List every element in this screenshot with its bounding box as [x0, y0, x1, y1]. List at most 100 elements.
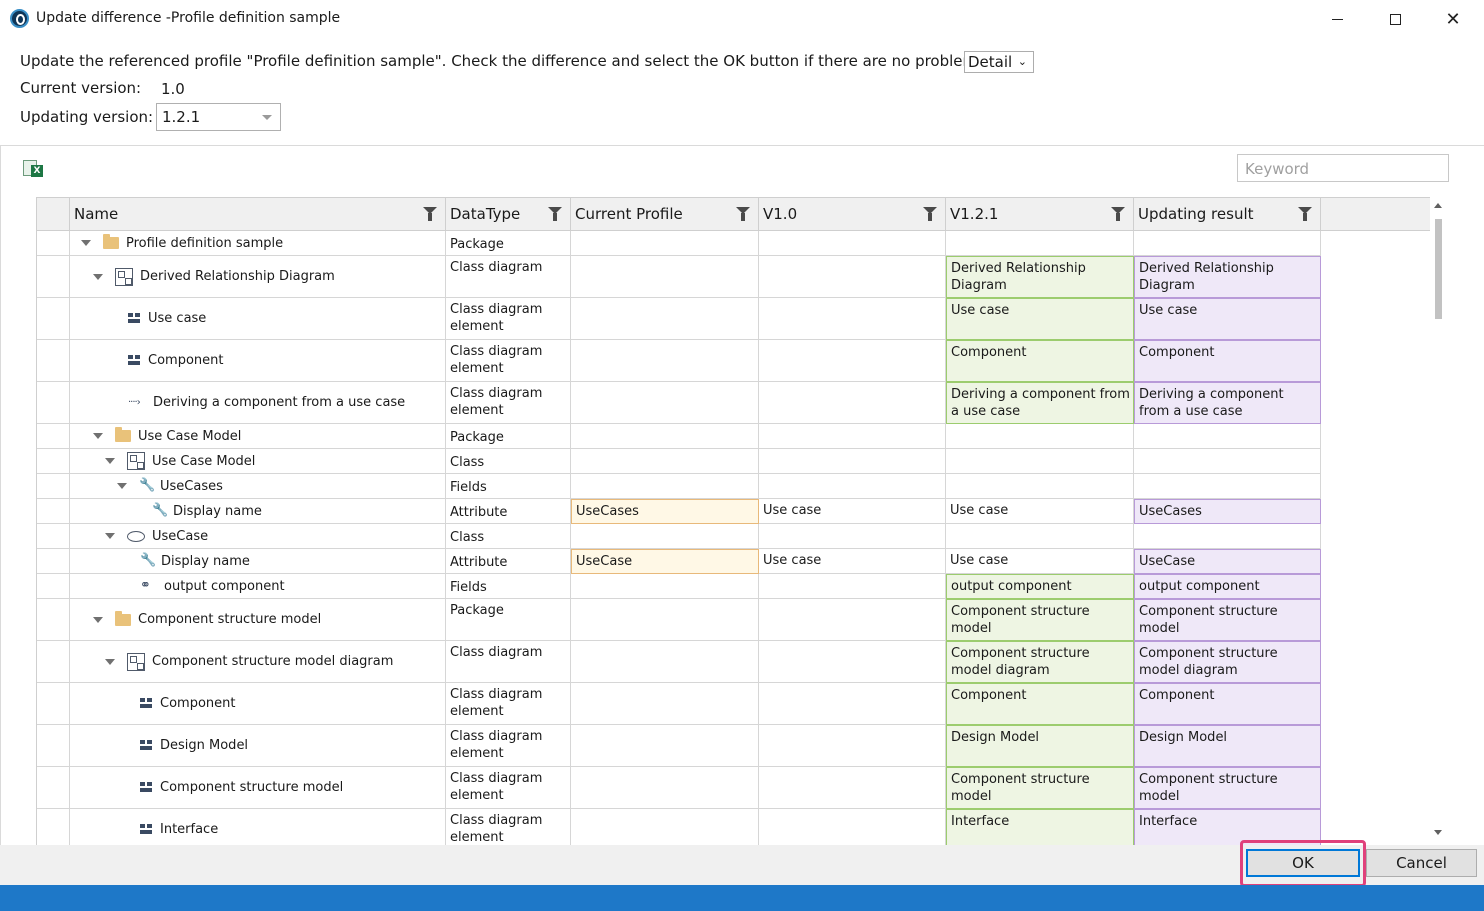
close-icon: ✕: [1445, 8, 1461, 30]
updating-result-cell: UseCase: [1134, 549, 1321, 574]
chevron-down-icon: ⌄: [1017, 55, 1027, 68]
table-row[interactable]: Component Class diagram element Component C…: [37, 683, 1430, 725]
current-profile-cell: [571, 231, 759, 256]
table-row[interactable]: Profile definition sample Package: [37, 231, 1430, 256]
datatype-cell: Package: [446, 424, 571, 449]
table-row[interactable]: Interface Class diagram element Interface I…: [37, 809, 1430, 845]
header-v10[interactable]: V1.0: [759, 198, 946, 230]
minimize-icon: [1331, 18, 1343, 20]
datatype-cell: Fields: [446, 474, 571, 499]
minimize-button[interactable]: [1308, 0, 1366, 38]
table-row[interactable]: ⚭ output component Fields output component o…: [37, 574, 1430, 599]
v10-cell: [759, 683, 946, 725]
filter-icon[interactable]: [1111, 207, 1125, 221]
table-row[interactable]: Use Case Model Class: [37, 449, 1430, 474]
header-name[interactable]: Name: [70, 198, 446, 230]
table-row[interactable]: Use case Class diagram element Use case Use…: [37, 298, 1430, 340]
collapse-arrow-icon[interactable]: [80, 237, 92, 249]
table-row[interactable]: Derived Relationship Diagram Class diagra…: [37, 256, 1430, 298]
v10-cell: [759, 340, 946, 382]
close-button[interactable]: ✕: [1424, 0, 1482, 38]
datatype-cell: Package: [446, 599, 571, 641]
maximize-button[interactable]: [1366, 0, 1424, 38]
ok-button-callout: [1240, 840, 1366, 887]
collapse-arrow-icon[interactable]: [92, 271, 104, 283]
row-filler: [1321, 524, 1430, 549]
table-row[interactable]: 🔧 UseCases Fields: [37, 474, 1430, 499]
grid-header: Name DataType Current Profile V1.0 V1.2.…: [37, 197, 1430, 231]
folder-icon: [103, 234, 119, 249]
row-name-label: Component structure model diagram: [152, 654, 394, 669]
v10-cell: [759, 474, 946, 499]
keyword-search-input[interactable]: Keyword: [1237, 154, 1449, 182]
header-datatype[interactable]: DataType: [446, 198, 571, 230]
filter-icon[interactable]: [548, 207, 562, 221]
row-name-label: Interface: [160, 822, 219, 837]
collapse-arrow-icon[interactable]: [92, 430, 104, 442]
name-cell: ····› Deriving a component from a use cas…: [70, 382, 446, 424]
current-profile-cell: [571, 767, 759, 809]
row-gutter: [37, 641, 70, 683]
table-row[interactable]: Component structure model Package Compone…: [37, 599, 1430, 641]
collapse-arrow-icon[interactable]: [104, 656, 116, 668]
filter-icon[interactable]: [423, 207, 437, 221]
row-filler: [1321, 298, 1430, 340]
name-cell: Use Case Model: [70, 424, 446, 449]
name-cell: Component: [70, 683, 446, 725]
datatype-cell: Class diagram: [446, 256, 571, 298]
filter-icon[interactable]: [736, 207, 750, 221]
view-mode-dropdown[interactable]: Detail ⌄: [964, 51, 1034, 73]
header-current-profile[interactable]: Current Profile: [571, 198, 759, 230]
table-row[interactable]: Component structure model diagram Class d…: [37, 641, 1430, 683]
table-row[interactable]: Component Class diagram element Component C…: [37, 340, 1430, 382]
row-gutter: [37, 574, 70, 599]
row-gutter: [37, 231, 70, 256]
scroll-down-icon[interactable]: [1434, 830, 1442, 835]
datatype-cell: Attribute: [446, 499, 571, 524]
table-row[interactable]: Component structure model Class diagram e…: [37, 767, 1430, 809]
row-filler: [1321, 340, 1430, 382]
cancel-button[interactable]: Cancel: [1366, 849, 1477, 877]
scroll-up-icon[interactable]: [1434, 203, 1442, 208]
collapse-arrow-icon[interactable]: [104, 530, 116, 542]
filter-icon[interactable]: [923, 207, 937, 221]
v121-cell: [946, 424, 1134, 449]
table-row[interactable]: Design Model Class diagram element Design …: [37, 725, 1430, 767]
current-profile-cell: [571, 449, 759, 474]
app-logo-icon: [10, 9, 29, 28]
header-updating-result[interactable]: Updating result: [1134, 198, 1321, 230]
updating-version-value: 1.2.1: [162, 108, 201, 126]
row-gutter: [37, 424, 70, 449]
row-name-label: output component: [164, 578, 285, 594]
updating-result-cell: Component structure model: [1134, 767, 1321, 809]
header-filler: [1321, 198, 1430, 230]
table-row[interactable]: Use Case Model Package: [37, 424, 1430, 449]
updating-version-label: Updating version:: [20, 108, 154, 126]
collapse-arrow-icon[interactable]: [92, 614, 104, 626]
class-diagram-icon: [127, 652, 145, 671]
updating-version-dropdown[interactable]: 1.2.1: [156, 103, 281, 131]
v121-cell: [946, 231, 1134, 256]
row-gutter: [37, 256, 70, 298]
table-row[interactable]: UseCase Class: [37, 524, 1430, 549]
excel-export-icon[interactable]: X: [23, 160, 43, 178]
scroll-thumb[interactable]: [1435, 219, 1442, 319]
row-name-label: Use Case Model: [138, 428, 242, 444]
row-gutter: [37, 382, 70, 424]
table-row[interactable]: 🔧 Display name Attribute UseCases Use case Us…: [37, 499, 1430, 524]
vertical-scrollbar[interactable]: [1430, 197, 1447, 845]
row-filler: [1321, 499, 1430, 524]
row-name-label: UseCases: [160, 478, 223, 494]
updating-result-cell: Component: [1134, 683, 1321, 725]
row-name-label: Component structure model: [138, 612, 322, 627]
v121-cell: Component structure model diagram: [946, 641, 1134, 683]
filter-icon[interactable]: [1298, 207, 1312, 221]
v10-cell: [759, 599, 946, 641]
association-link-icon: ⚭: [140, 578, 151, 593]
table-row[interactable]: 🔧 Display name Attribute UseCase Use case Use…: [37, 549, 1430, 574]
table-row[interactable]: ····› Deriving a component from a use cas…: [37, 382, 1430, 424]
header-v121[interactable]: V1.2.1: [946, 198, 1134, 230]
collapse-arrow-icon[interactable]: [104, 455, 116, 467]
collapse-arrow-icon[interactable]: [116, 480, 128, 492]
